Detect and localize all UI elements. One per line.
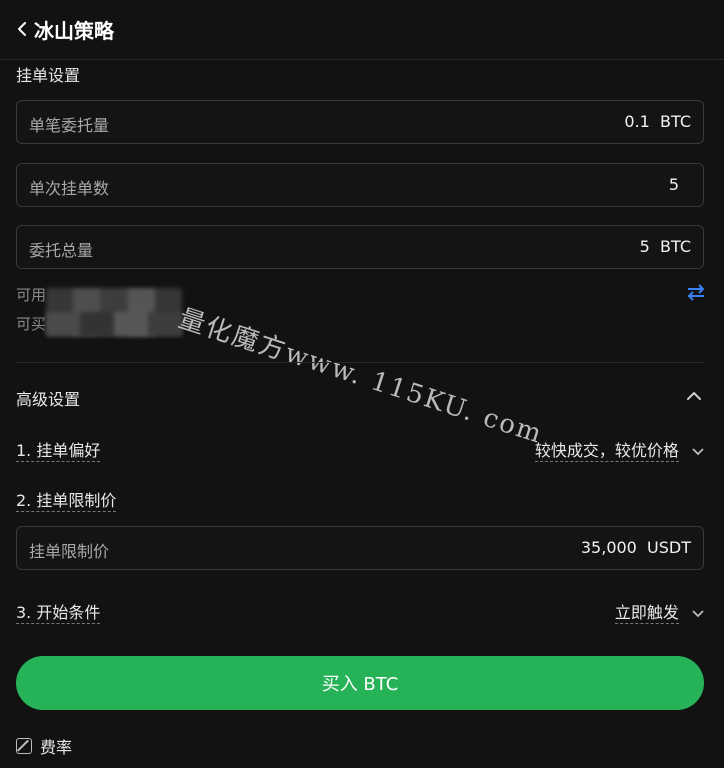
order-preference-dropdown[interactable]: 较快成交，较优价格 — [534, 437, 704, 462]
available-label: 可用 — [16, 286, 47, 304]
redacted-max-buy — [46, 312, 182, 336]
total-amount-label: 委托总量 — [29, 241, 94, 260]
order-count-value: 5 — [668, 175, 679, 194]
watermark: 量化魔方www. 115KU. com — [174, 303, 547, 451]
single-order-amount-value: 0.1 BTC — [624, 112, 691, 131]
header-bar: 冰山策略 — [0, 0, 724, 60]
order-preference-label-text: 1. 挂单偏好 — [16, 441, 101, 462]
chevron-down-icon — [692, 609, 704, 617]
limit-price-label: 2. 挂单限制价 — [16, 487, 117, 512]
limit-price-field-value: 35,000 USDT — [580, 538, 691, 557]
fee-rate-link[interactable]: 费率 — [16, 734, 72, 758]
back-chevron-icon[interactable] — [14, 17, 32, 41]
buy-button[interactable]: 买入 BTC — [16, 656, 704, 710]
limit-price-label-text: 2. 挂单限制价 — [16, 491, 117, 512]
can-buy-label: 可买 — [16, 315, 47, 333]
start-condition-value: 立即触发 — [614, 603, 679, 624]
total-amount-value: 5 BTC — [639, 237, 691, 256]
order-preference-label: 1. 挂单偏好 — [16, 437, 101, 462]
limit-price-field[interactable]: 挂单限制价 35,000 USDT — [16, 526, 704, 570]
start-condition-label-text: 3. 开始条件 — [16, 603, 101, 624]
fee-rate-label: 费率 — [40, 738, 73, 757]
order-settings-label: 挂单设置 — [16, 66, 81, 85]
chevron-up-icon[interactable] — [686, 390, 702, 402]
order-preference-value: 较快成交，较优价格 — [534, 441, 679, 462]
section-divider — [16, 362, 704, 363]
chevron-down-icon — [692, 447, 704, 455]
total-amount-field[interactable]: 委托总量 5 BTC — [16, 225, 704, 269]
swap-arrows-icon[interactable] — [686, 283, 706, 301]
page-title: 冰山策略 — [34, 19, 114, 43]
percent-icon — [16, 738, 32, 754]
order-count-field[interactable]: 单次挂单数 5 — [16, 163, 704, 207]
start-condition-dropdown[interactable]: 立即触发 — [614, 599, 704, 624]
single-order-amount-label: 单笔委托量 — [29, 116, 110, 135]
order-count-label: 单次挂单数 — [29, 179, 110, 198]
single-order-amount-field[interactable]: 单笔委托量 0.1 BTC — [16, 100, 704, 144]
start-condition-label: 3. 开始条件 — [16, 599, 101, 624]
limit-price-field-label: 挂单限制价 — [29, 542, 110, 561]
advanced-settings-label: 高级设置 — [16, 390, 81, 409]
